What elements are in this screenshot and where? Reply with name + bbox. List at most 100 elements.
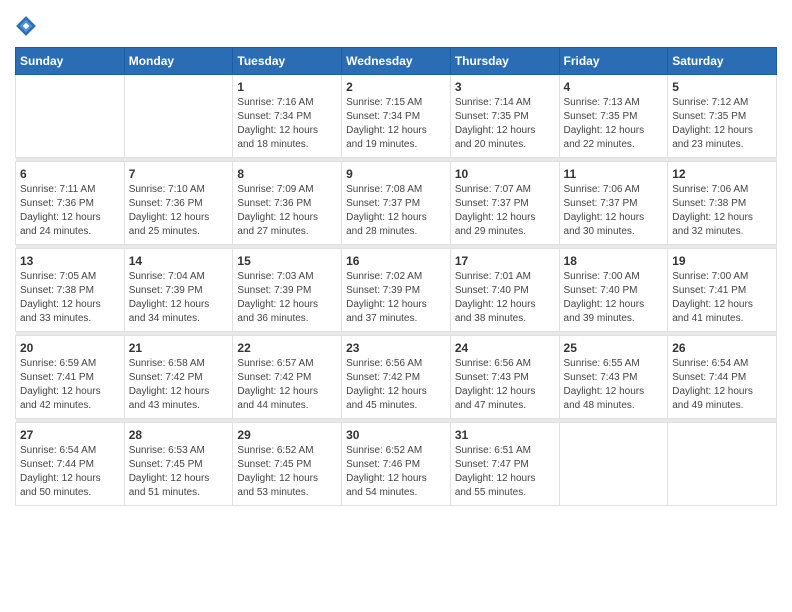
calendar-cell: 30 Sunrise: 6:52 AMSunset: 7:46 PMDayligh…	[342, 423, 451, 506]
day-number: 16	[346, 254, 446, 268]
day-header: Tuesday	[233, 48, 342, 75]
calendar-cell: 5 Sunrise: 7:12 AMSunset: 7:35 PMDaylight…	[668, 75, 777, 158]
calendar-week-row: 6 Sunrise: 7:11 AMSunset: 7:36 PMDaylight…	[16, 162, 777, 245]
day-number: 28	[129, 428, 229, 442]
day-detail: Sunrise: 6:56 AMSunset: 7:43 PMDaylight:…	[455, 357, 555, 413]
calendar-cell: 11 Sunrise: 7:06 AMSunset: 7:37 PMDayligh…	[559, 162, 668, 245]
day-number: 2	[346, 80, 446, 94]
day-number: 12	[672, 167, 772, 181]
day-detail: Sunrise: 7:09 AMSunset: 7:36 PMDaylight:…	[237, 183, 337, 239]
calendar-cell	[16, 75, 125, 158]
day-number: 19	[672, 254, 772, 268]
day-number: 9	[346, 167, 446, 181]
day-detail: Sunrise: 7:02 AMSunset: 7:39 PMDaylight:…	[346, 270, 446, 326]
day-number: 20	[20, 341, 120, 355]
day-number: 31	[455, 428, 555, 442]
day-number: 1	[237, 80, 337, 94]
calendar-cell: 10Sunrise: 7:07 AMSunset: 7:37 PMDayligh…	[450, 162, 559, 245]
calendar-table: SundayMondayTuesdayWednesdayThursdayFrid…	[15, 47, 777, 506]
day-detail: Sunrise: 7:03 AMSunset: 7:39 PMDaylight:…	[237, 270, 337, 326]
day-number: 11	[564, 167, 664, 181]
day-detail: Sunrise: 7:06 AMSunset: 7:38 PMDaylight:…	[672, 183, 772, 239]
calendar-cell: 16 Sunrise: 7:02 AMSunset: 7:39 PMDayligh…	[342, 249, 451, 332]
day-number: 26	[672, 341, 772, 355]
day-detail: Sunrise: 6:53 AMSunset: 7:45 PMDaylight:…	[129, 444, 229, 500]
day-detail: Sunrise: 7:07 AMSunset: 7:37 PMDaylight:…	[455, 183, 555, 239]
day-detail: Sunrise: 6:56 AMSunset: 7:42 PMDaylight:…	[346, 357, 446, 413]
page-header	[15, 15, 777, 37]
day-detail: Sunrise: 6:58 AMSunset: 7:42 PMDaylight:…	[129, 357, 229, 413]
calendar-cell: 18 Sunrise: 7:00 AMSunset: 7:40 PMDayligh…	[559, 249, 668, 332]
day-detail: Sunrise: 6:55 AMSunset: 7:43 PMDaylight:…	[564, 357, 664, 413]
day-detail: Sunrise: 6:52 AMSunset: 7:46 PMDaylight:…	[346, 444, 446, 500]
day-header: Sunday	[16, 48, 125, 75]
calendar-cell: 22 Sunrise: 6:57 AMSunset: 7:42 PMDayligh…	[233, 336, 342, 419]
day-number: 14	[129, 254, 229, 268]
calendar-week-row: 27 Sunrise: 6:54 AMSunset: 7:44 PMDayligh…	[16, 423, 777, 506]
day-number: 27	[20, 428, 120, 442]
calendar-cell: 1 Sunrise: 7:16 AMSunset: 7:34 PMDaylight…	[233, 75, 342, 158]
calendar-cell: 6 Sunrise: 7:11 AMSunset: 7:36 PMDaylight…	[16, 162, 125, 245]
day-detail: Sunrise: 7:06 AMSunset: 7:37 PMDaylight:…	[564, 183, 664, 239]
calendar-cell: 24 Sunrise: 6:56 AMSunset: 7:43 PMDayligh…	[450, 336, 559, 419]
day-number: 25	[564, 341, 664, 355]
calendar-cell: 27 Sunrise: 6:54 AMSunset: 7:44 PMDayligh…	[16, 423, 125, 506]
day-number: 29	[237, 428, 337, 442]
day-detail: Sunrise: 7:16 AMSunset: 7:34 PMDaylight:…	[237, 96, 337, 152]
day-detail: Sunrise: 7:00 AMSunset: 7:40 PMDaylight:…	[564, 270, 664, 326]
day-detail: Sunrise: 6:59 AMSunset: 7:41 PMDaylight:…	[20, 357, 120, 413]
day-detail: Sunrise: 7:08 AMSunset: 7:37 PMDaylight:…	[346, 183, 446, 239]
logo-icon	[15, 15, 37, 37]
calendar-cell: 8 Sunrise: 7:09 AMSunset: 7:36 PMDaylight…	[233, 162, 342, 245]
day-detail: Sunrise: 7:14 AMSunset: 7:35 PMDaylight:…	[455, 96, 555, 152]
calendar-cell: 31 Sunrise: 6:51 AMSunset: 7:47 PMDayligh…	[450, 423, 559, 506]
calendar-cell: 25 Sunrise: 6:55 AMSunset: 7:43 PMDayligh…	[559, 336, 668, 419]
calendar-cell: 17Sunrise: 7:01 AMSunset: 7:40 PMDayligh…	[450, 249, 559, 332]
day-detail: Sunrise: 6:52 AMSunset: 7:45 PMDaylight:…	[237, 444, 337, 500]
calendar-cell: 4Sunrise: 7:13 AMSunset: 7:35 PMDaylight…	[559, 75, 668, 158]
day-detail: Sunrise: 6:54 AMSunset: 7:44 PMDaylight:…	[672, 357, 772, 413]
day-number: 24	[455, 341, 555, 355]
day-detail: Sunrise: 6:51 AMSunset: 7:47 PMDaylight:…	[455, 444, 555, 500]
day-number: 13	[20, 254, 120, 268]
day-detail: Sunrise: 6:57 AMSunset: 7:42 PMDaylight:…	[237, 357, 337, 413]
day-detail: Sunrise: 7:04 AMSunset: 7:39 PMDaylight:…	[129, 270, 229, 326]
day-number: 8	[237, 167, 337, 181]
calendar-cell: 13 Sunrise: 7:05 AMSunset: 7:38 PMDayligh…	[16, 249, 125, 332]
day-detail: Sunrise: 7:12 AMSunset: 7:35 PMDaylight:…	[672, 96, 772, 152]
calendar-cell: 19 Sunrise: 7:00 AMSunset: 7:41 PMDayligh…	[668, 249, 777, 332]
logo	[15, 15, 39, 37]
day-detail: Sunrise: 7:10 AMSunset: 7:36 PMDaylight:…	[129, 183, 229, 239]
calendar-cell	[668, 423, 777, 506]
calendar-cell: 29 Sunrise: 6:52 AMSunset: 7:45 PMDayligh…	[233, 423, 342, 506]
header-row: SundayMondayTuesdayWednesdayThursdayFrid…	[16, 48, 777, 75]
day-number: 23	[346, 341, 446, 355]
day-detail: Sunrise: 7:05 AMSunset: 7:38 PMDaylight:…	[20, 270, 120, 326]
calendar-cell	[124, 75, 233, 158]
calendar-cell: 12 Sunrise: 7:06 AMSunset: 7:38 PMDayligh…	[668, 162, 777, 245]
day-header: Saturday	[668, 48, 777, 75]
calendar-week-row: 1 Sunrise: 7:16 AMSunset: 7:34 PMDaylight…	[16, 75, 777, 158]
day-number: 5	[672, 80, 772, 94]
calendar-week-row: 13 Sunrise: 7:05 AMSunset: 7:38 PMDayligh…	[16, 249, 777, 332]
day-number: 22	[237, 341, 337, 355]
calendar-cell: 26 Sunrise: 6:54 AMSunset: 7:44 PMDayligh…	[668, 336, 777, 419]
calendar-cell: 15 Sunrise: 7:03 AMSunset: 7:39 PMDayligh…	[233, 249, 342, 332]
calendar-cell: 9 Sunrise: 7:08 AMSunset: 7:37 PMDaylight…	[342, 162, 451, 245]
day-header: Wednesday	[342, 48, 451, 75]
day-number: 15	[237, 254, 337, 268]
day-detail: Sunrise: 7:15 AMSunset: 7:34 PMDaylight:…	[346, 96, 446, 152]
day-number: 6	[20, 167, 120, 181]
calendar-cell: 23 Sunrise: 6:56 AMSunset: 7:42 PMDayligh…	[342, 336, 451, 419]
calendar-cell: 21 Sunrise: 6:58 AMSunset: 7:42 PMDayligh…	[124, 336, 233, 419]
day-detail: Sunrise: 6:54 AMSunset: 7:44 PMDaylight:…	[20, 444, 120, 500]
day-number: 18	[564, 254, 664, 268]
day-detail: Sunrise: 7:11 AMSunset: 7:36 PMDaylight:…	[20, 183, 120, 239]
day-detail: Sunrise: 7:00 AMSunset: 7:41 PMDaylight:…	[672, 270, 772, 326]
day-number: 7	[129, 167, 229, 181]
day-number: 30	[346, 428, 446, 442]
day-header: Monday	[124, 48, 233, 75]
day-number: 21	[129, 341, 229, 355]
calendar-cell: 3Sunrise: 7:14 AMSunset: 7:35 PMDaylight…	[450, 75, 559, 158]
day-number: 4	[564, 80, 664, 94]
